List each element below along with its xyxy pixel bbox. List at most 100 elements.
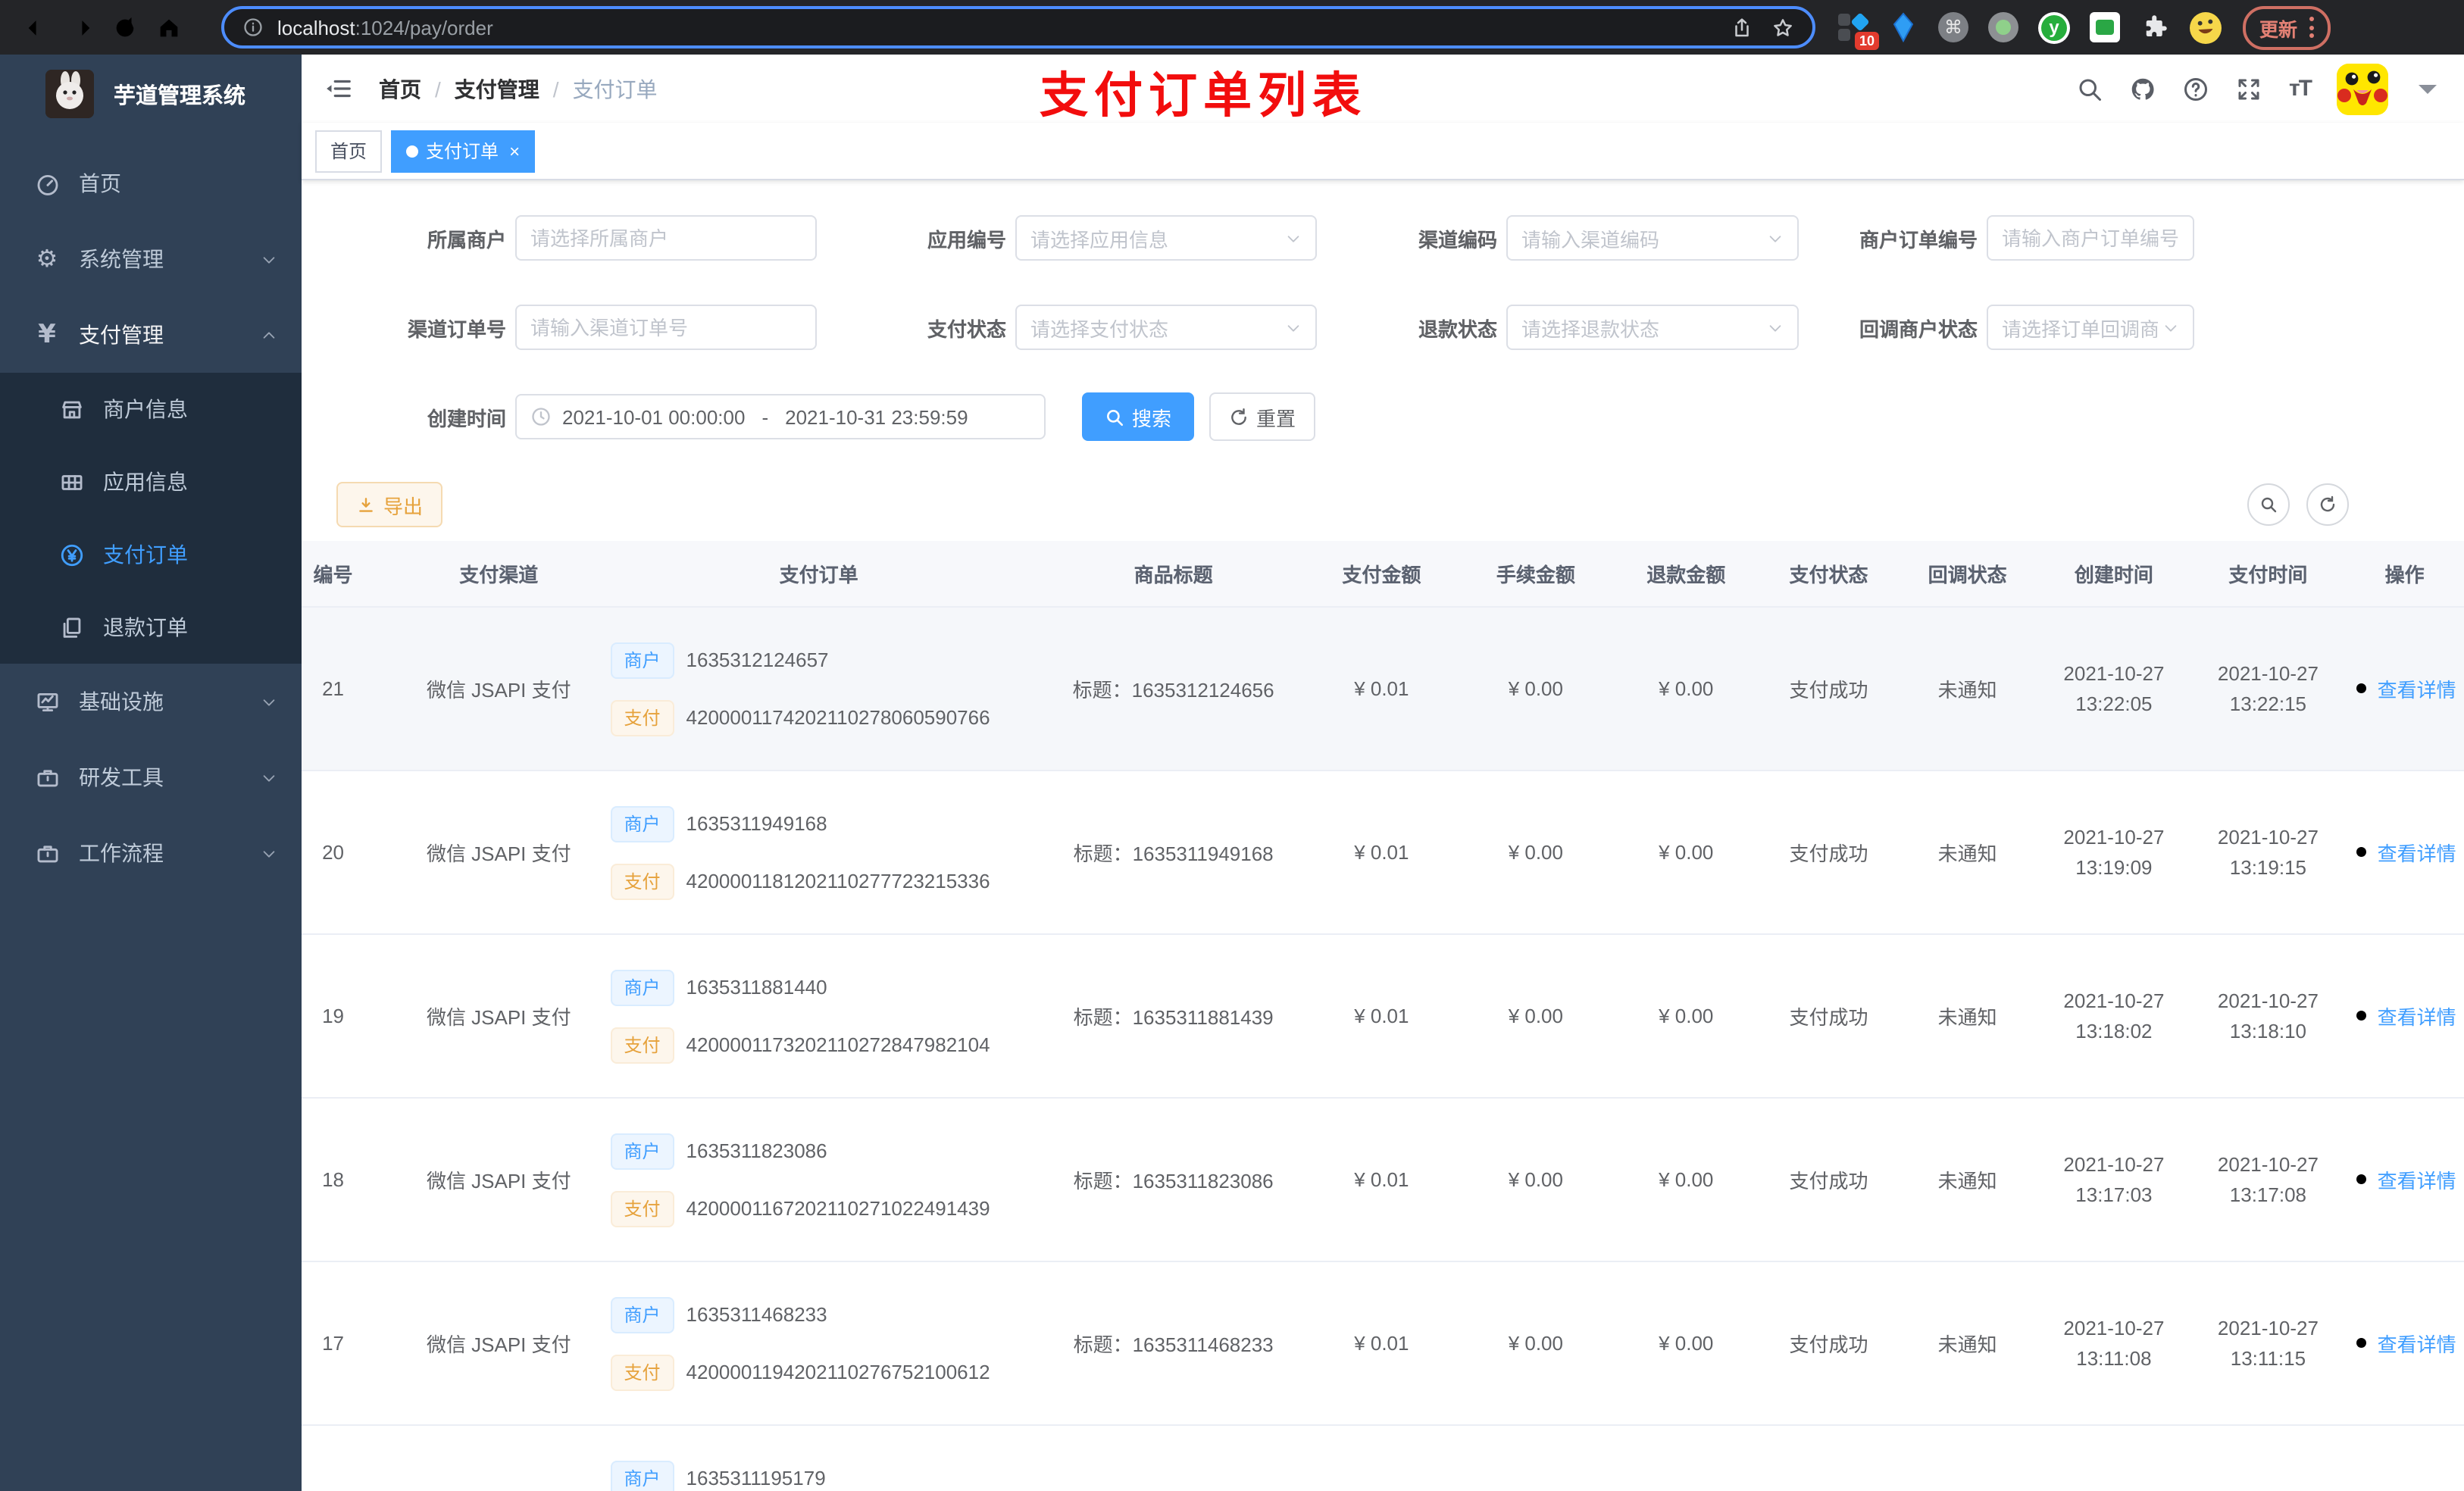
cell-title: 标题：1635312124656 — [1042, 607, 1305, 771]
filter-row-date: 创建时间 2021-10-01 00:00:00 - 2021-10-31 23… — [302, 392, 2464, 441]
渠道编码-select[interactable]: 请输入渠道编码 — [1506, 215, 1799, 261]
所属商户-input[interactable] — [515, 215, 817, 261]
orders-table-wrap: 编号 支付渠道 支付订单 商品标题 支付金额 手续金额 退款金额 支付状态 回调状态 创建时间 支付… — [302, 541, 2464, 1491]
search-button[interactable]: 搜索 — [1082, 392, 1194, 441]
sidebar-toggle-icon[interactable] — [324, 74, 353, 103]
merchant-tag: 商户 — [610, 1133, 674, 1169]
date-range-input[interactable]: 2021-10-01 00:00:00 - 2021-10-31 23:59:5… — [515, 394, 1046, 439]
cell-actions: 查看详情 — [2345, 1261, 2464, 1426]
渠道订单号-input[interactable] — [515, 305, 817, 350]
sidebar-item-系统管理[interactable]: ⚙ 系统管理 — [0, 221, 302, 297]
cell-actions: 查看详情 — [2345, 1098, 2464, 1262]
sidebar-item-商户信息[interactable]: 商户信息 — [0, 373, 302, 445]
site-info-icon[interactable] — [242, 17, 264, 38]
github-icon[interactable] — [2130, 75, 2157, 102]
extension-y-icon[interactable]: y — [2038, 11, 2070, 43]
cell-create-time: 2021-10-27 13:22:05 — [2037, 607, 2191, 771]
cell-order-no: 商户 1635311468233 支付 42000011942021102767521… — [595, 1261, 1043, 1426]
sidebar-item-首页[interactable]: 首页 — [0, 145, 302, 221]
cell-id: 18 — [302, 1098, 403, 1262]
font-size-icon[interactable]: тT — [2289, 76, 2312, 102]
browser-menu-icon[interactable] — [2309, 17, 2315, 38]
应用编号-select[interactable]: 请选择应用信息 — [1015, 215, 1317, 261]
table-row: 商户 1635311195179 — [302, 1425, 2464, 1491]
sidebar-item-基础设施[interactable]: 基础设施 — [0, 664, 302, 739]
chevron-down-icon — [261, 693, 277, 710]
help-icon[interactable] — [2183, 75, 2210, 102]
navbar-actions: тT — [2077, 63, 2441, 114]
view-detail-link[interactable]: 查看详情 — [2353, 1329, 2456, 1358]
yen-icon: ¥ — [38, 319, 56, 349]
pay-tag: 支付 — [610, 863, 674, 899]
avatar-caret-icon[interactable] — [2414, 75, 2441, 102]
reset-button[interactable]: 重置 — [1209, 392, 1315, 441]
extension-tabs-icon[interactable]: 10 — [1838, 12, 1879, 50]
tags-bar: 首页 支付订单 × — [302, 123, 2464, 180]
table-row: 17 微信 JSAPI 支付 商户 1635311468233 支付 4200001194… — [302, 1261, 2464, 1426]
fullscreen-icon[interactable] — [2236, 75, 2263, 102]
shop-icon — [58, 396, 85, 422]
filter-field-应用编号: 应用编号 请选择应用信息 — [820, 215, 1317, 261]
table-row: 18 微信 JSAPI 支付 商户 1635311823086 支付 4200001167… — [302, 1098, 2464, 1262]
cell-id — [302, 1425, 403, 1491]
close-icon[interactable]: × — [509, 142, 520, 160]
chevron-down-icon — [2162, 319, 2179, 336]
cell-amount — [1304, 1425, 1459, 1491]
extension-dot-icon[interactable] — [1988, 12, 2018, 42]
export-button[interactable]: 导出 — [336, 482, 443, 527]
支付状态-select[interactable]: 请选择支付状态 — [1015, 305, 1317, 350]
view-detail-link[interactable]: 查看详情 — [2353, 838, 2456, 867]
cell-title — [1042, 1425, 1305, 1491]
toggle-search-button[interactable] — [2247, 483, 2290, 526]
回调商户状态-select[interactable]: 请选择订单回调商户状态 — [1987, 305, 2194, 350]
refresh-table-button[interactable] — [2306, 483, 2349, 526]
user-avatar[interactable] — [2337, 63, 2388, 114]
cell-amount: ¥ 0.01 — [1304, 1098, 1459, 1262]
tab-tag-首页[interactable]: 首页 — [315, 130, 383, 172]
url-text: localhost:1024/pay/order — [277, 16, 493, 39]
商户订单编号-input[interactable] — [1987, 215, 2194, 261]
cell-refund: ¥ 0.00 — [1612, 1098, 1759, 1262]
date-start: 2021-10-01 00:00:00 — [562, 405, 746, 428]
extension-chat-icon[interactable] — [2090, 12, 2120, 42]
browser-back-icon[interactable] — [15, 5, 59, 49]
chevron-down-icon — [1285, 230, 1302, 246]
tab-tag-支付订单[interactable]: 支付订单 × — [391, 130, 536, 172]
sidebar-item-研发工具[interactable]: 研发工具 — [0, 739, 302, 815]
cell-order-no: 商户 1635312124657 支付 42000011742021102780605… — [595, 607, 1043, 771]
cell-status: 支付成功 — [1759, 1098, 1899, 1262]
sidebar-item-工作流程[interactable]: 工作流程 — [0, 815, 302, 891]
browser-reload-icon[interactable] — [103, 5, 147, 49]
view-detail-link[interactable]: 查看详情 — [2353, 674, 2456, 703]
dashboard-icon — [33, 170, 61, 196]
view-detail-link[interactable]: 查看详情 — [2353, 1165, 2456, 1194]
cell-refund: ¥ 0.00 — [1612, 607, 1759, 771]
cell-create-time — [2037, 1425, 2191, 1491]
extension-command-icon[interactable]: ⌘ — [1938, 12, 1968, 42]
column-header-支付时间: 支付时间 — [2190, 541, 2346, 608]
share-icon[interactable] — [1731, 16, 1753, 39]
header-search-icon[interactable] — [2077, 75, 2104, 102]
browser-home-icon[interactable] — [147, 5, 191, 49]
退款状态-select[interactable]: 请选择退款状态 — [1506, 305, 1799, 350]
chevron-down-icon — [261, 845, 277, 861]
extension-emoji-icon[interactable] — [2190, 11, 2222, 43]
cell-order-no: 商户 1635311881440 支付 42000011732021102728479… — [595, 934, 1043, 1099]
extension-kite-icon[interactable] — [1888, 12, 1918, 42]
docs-icon — [58, 614, 85, 640]
cell-channel: 微信 JSAPI 支付 — [402, 607, 596, 771]
sidebar-item-支付管理[interactable]: ¥ 支付管理 — [0, 297, 302, 373]
breadcrumb-item[interactable]: 首页 — [379, 73, 421, 104]
bookmark-star-icon[interactable] — [1771, 16, 1794, 39]
sidebar-item-支付订单[interactable]: 支付订单 — [0, 518, 302, 591]
browser-forward-icon[interactable] — [59, 5, 103, 49]
date-label: 创建时间 — [427, 407, 506, 430]
breadcrumb-item[interactable]: 支付管理 — [455, 73, 539, 104]
sidebar-item-退款订单[interactable]: 退款订单 — [0, 591, 302, 664]
address-bar[interactable]: localhost:1024/pay/order — [221, 6, 1815, 48]
sidebar-item-应用信息[interactable]: 应用信息 — [0, 445, 302, 518]
column-header-支付状态: 支付状态 — [1759, 541, 1899, 608]
extensions-puzzle-icon[interactable] — [2140, 12, 2170, 42]
view-detail-link[interactable]: 查看详情 — [2353, 1002, 2456, 1030]
browser-update-button[interactable]: 更新 — [2243, 5, 2331, 49]
